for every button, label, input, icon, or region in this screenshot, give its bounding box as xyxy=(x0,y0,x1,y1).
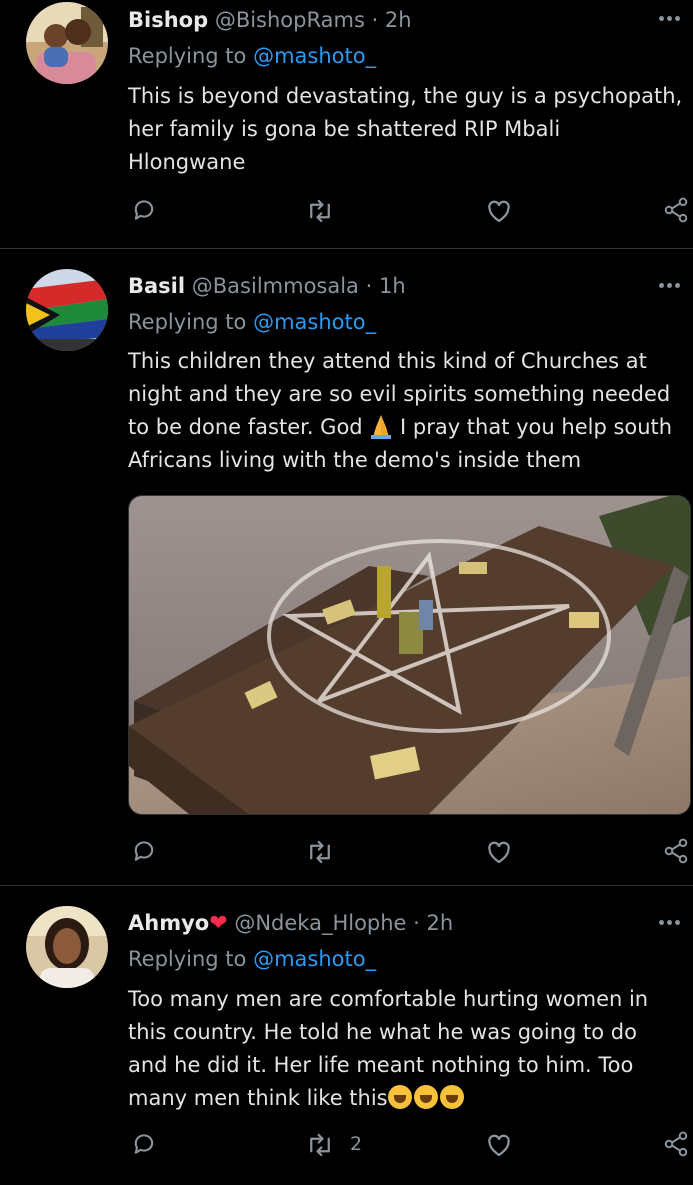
more-icon[interactable] xyxy=(659,283,681,289)
tweet-line: this country. He told he what he was goi… xyxy=(128,1020,637,1044)
tweet-line: night and they are so evil spirits somet… xyxy=(128,382,671,406)
mention-link[interactable]: @mashoto_ xyxy=(253,44,376,68)
tweet-line-part: to be done faster. God xyxy=(128,415,363,439)
retweet-count: 2 xyxy=(350,1133,363,1155)
user-handle[interactable]: @Ndeka_Hlophe xyxy=(234,911,406,935)
timestamp[interactable]: · 2h xyxy=(413,911,453,935)
user-handle[interactable]: @BishopRams xyxy=(215,8,365,32)
timestamp[interactable]: · 1h xyxy=(366,274,406,298)
like-icon[interactable] xyxy=(484,196,514,226)
mention-link[interactable]: @mashoto_ xyxy=(253,947,376,971)
avatar[interactable] xyxy=(26,269,108,351)
tweet-line-part: I pray that you help south xyxy=(393,415,673,439)
tweet-line: This children they attend this kind of C… xyxy=(128,349,647,373)
replying-to: Replying to @mashoto_ xyxy=(128,310,376,334)
replying-prefix: Replying to xyxy=(128,947,254,971)
tweet-line: Africans living with the demo's inside t… xyxy=(128,448,582,472)
retweet-icon[interactable] xyxy=(305,837,335,867)
tweet-actions: 2 xyxy=(0,1130,693,1160)
share-icon[interactable] xyxy=(662,196,690,224)
retweet-icon[interactable] xyxy=(305,196,335,226)
tweet-media-image[interactable] xyxy=(128,495,691,815)
replying-prefix: Replying to xyxy=(128,310,254,334)
loudly-crying-face-emoji xyxy=(387,1085,412,1109)
red-heart-emoji: ❤ xyxy=(209,911,228,936)
loudly-crying-face-emoji xyxy=(413,1085,438,1109)
tweet-line: many men think like this xyxy=(128,1082,688,1115)
display-name[interactable]: Ahmyo xyxy=(128,911,209,935)
tweet-basil[interactable]: Basil @Basilmmosala · 1h Replying to @ma… xyxy=(0,249,693,885)
tweet-bishop[interactable]: Bishop @BishopRams · 2h Replying to @mas… xyxy=(0,0,693,248)
tweet-text: This is beyond devastating, the guy is a… xyxy=(128,80,688,179)
more-icon[interactable] xyxy=(659,16,681,22)
tweet-line-part: many men think like this xyxy=(128,1086,388,1110)
loudly-crying-face-emoji xyxy=(439,1085,464,1109)
replying-prefix: Replying to xyxy=(128,44,254,68)
tweet-text: This children they attend this kind of C… xyxy=(128,345,688,477)
reply-icon[interactable] xyxy=(130,1130,158,1158)
mention-link[interactable]: @mashoto_ xyxy=(253,310,376,334)
tweet-text: Too many men are comfortable hurting wom… xyxy=(128,983,688,1115)
share-icon[interactable] xyxy=(662,1130,690,1158)
avatar[interactable] xyxy=(26,2,108,84)
reply-icon[interactable] xyxy=(130,196,158,224)
display-name[interactable]: Bishop xyxy=(128,8,208,32)
tweet-line: Hlongwane xyxy=(128,150,246,174)
tweet-actions xyxy=(0,837,693,867)
more-icon[interactable] xyxy=(659,920,681,926)
display-name[interactable]: Basil xyxy=(128,274,185,298)
timestamp[interactable]: · 2h xyxy=(372,8,412,32)
tweet-header: Bishop @BishopRams · 2h xyxy=(128,8,412,32)
folded-hands-emoji xyxy=(371,415,392,439)
tweet-line: to be done faster. God I pray that you h… xyxy=(128,411,688,444)
like-icon[interactable] xyxy=(484,837,514,867)
like-icon[interactable] xyxy=(484,1130,514,1160)
user-handle[interactable]: @Basilmmosala xyxy=(192,274,359,298)
tweet-ahmyo[interactable]: Ahmyo❤ @Ndeka_Hlophe · 2h Replying to @m… xyxy=(0,886,693,1185)
tweet-header: Basil @Basilmmosala · 1h xyxy=(128,274,406,298)
replying-to: Replying to @mashoto_ xyxy=(128,947,376,971)
replying-to: Replying to @mashoto_ xyxy=(128,44,376,68)
reply-icon[interactable] xyxy=(130,837,158,865)
tweet-header: Ahmyo❤ @Ndeka_Hlophe · 2h xyxy=(128,911,453,936)
share-icon[interactable] xyxy=(662,837,690,865)
tweet-actions xyxy=(0,196,693,226)
tweet-line: and he did it. Her life meant nothing to… xyxy=(128,1053,634,1077)
photo-table-pentagram xyxy=(129,496,690,814)
tweet-line: her family is gona be shattered RIP Mbal… xyxy=(128,117,561,141)
avatar[interactable] xyxy=(26,906,108,988)
tweet-line: This is beyond devastating, the guy is a… xyxy=(128,84,683,108)
tweet-line: Too many men are comfortable hurting wom… xyxy=(128,987,649,1011)
retweet-icon[interactable] xyxy=(305,1130,335,1160)
